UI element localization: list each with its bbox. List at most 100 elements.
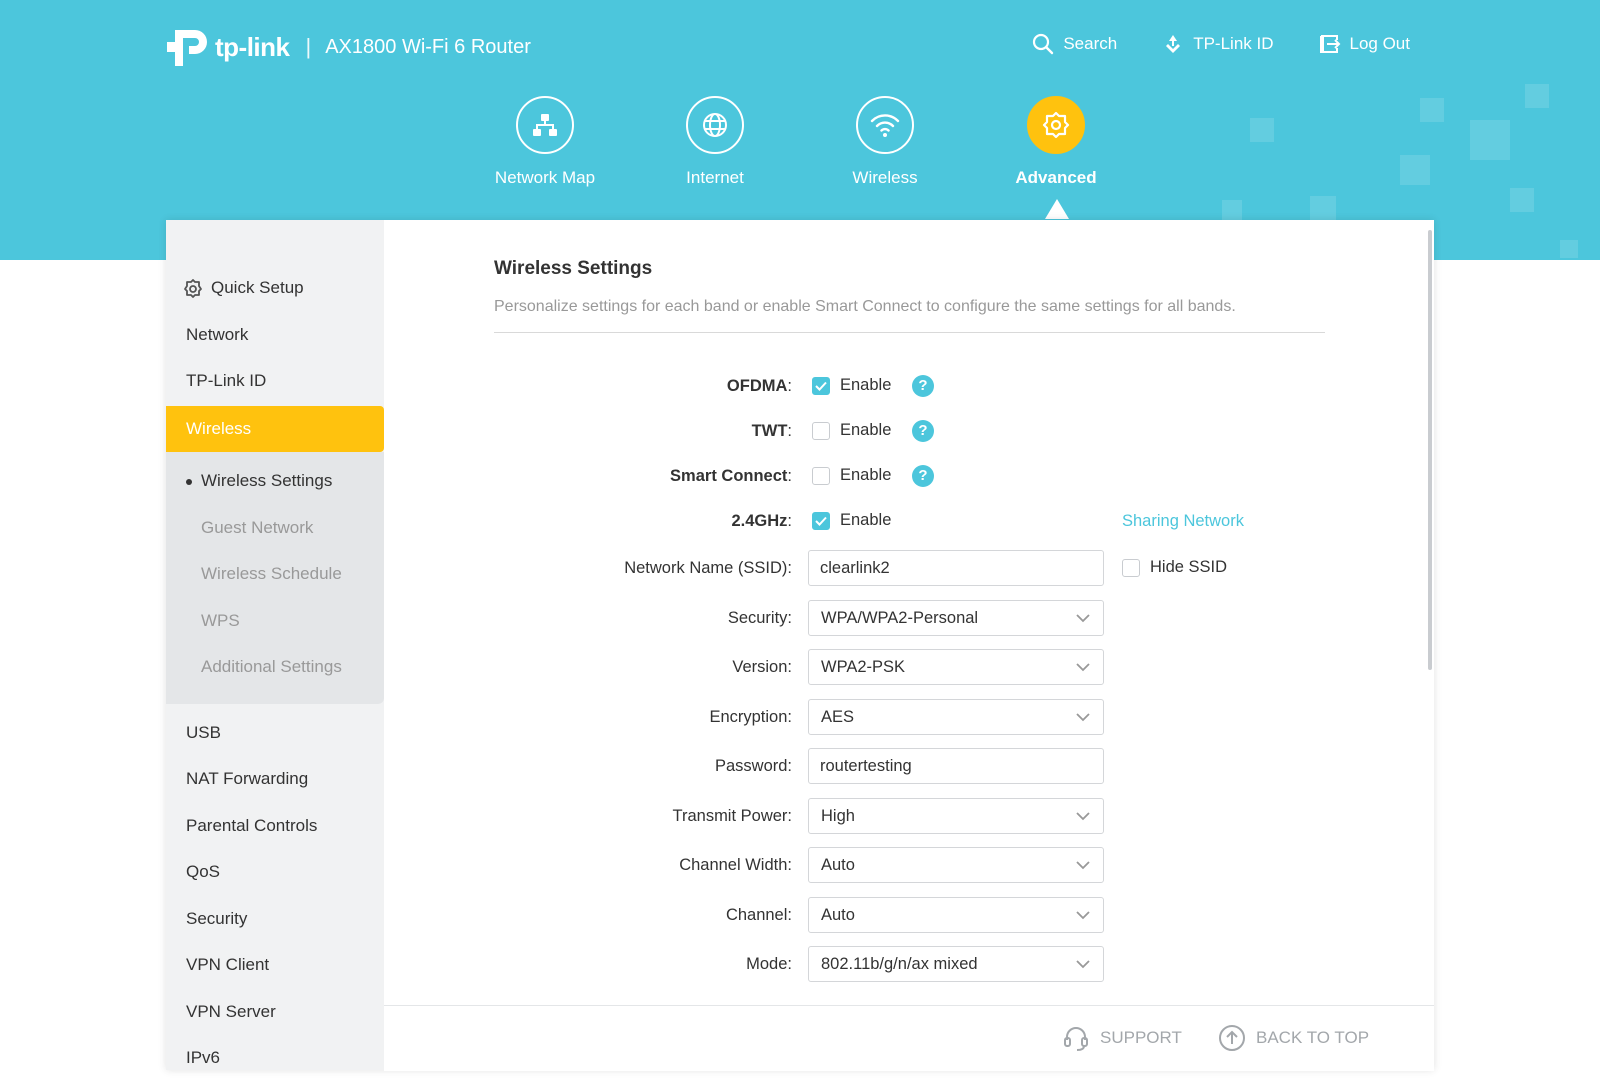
row-transmit-power: Transmit Power: High <box>384 798 1434 834</box>
sidebar-item-network[interactable]: Network <box>166 312 384 358</box>
nav-label: Advanced <box>1015 168 1097 187</box>
sharing-network-link[interactable]: Sharing Network <box>1122 503 1244 539</box>
sidebar-subitem-label: Wireless Schedule <box>201 564 342 583</box>
ssid-input[interactable] <box>820 551 1090 585</box>
version-value: WPA2-PSK <box>821 658 906 676</box>
ofdma-checkbox[interactable]: Enable <box>812 376 891 395</box>
scrollbar[interactable] <box>1428 230 1432 670</box>
nav-network-map[interactable]: Network Map <box>475 96 615 188</box>
password-field[interactable] <box>808 748 1104 784</box>
sidebar-item-nat-forwarding[interactable]: NAT Forwarding <box>166 756 384 802</box>
tplink-logo-icon <box>167 30 207 66</box>
row-security: Security: WPA/WPA2-Personal <box>384 600 1434 636</box>
sidebar-item-label: Security <box>186 909 248 928</box>
page-title: Wireless Settings <box>494 258 653 279</box>
smart-connect-checkbox[interactable]: Enable <box>812 466 891 485</box>
sidebar-subitem-label: Wireless Settings <box>201 471 333 490</box>
checkbox-box <box>812 376 830 395</box>
row-version: Version: WPA2-PSK <box>384 649 1434 685</box>
version-select[interactable]: WPA2-PSK <box>808 649 1104 685</box>
brand: tp-link | AX1800 Wi-Fi 6 Router <box>165 22 531 72</box>
channel-label: Channel: <box>725 906 792 924</box>
sidebar-subitem-guest-network[interactable]: Guest Network <box>166 505 384 551</box>
sidebar-item-ipv6[interactable]: IPv6 <box>166 1035 384 1081</box>
ssid-label: Network Name (SSID): <box>624 559 792 577</box>
smart-connect-label: Smart Connect: <box>670 467 792 485</box>
sidebar-item-usb[interactable]: USB <box>166 710 384 756</box>
band-24ghz-label: 2.4GHz: <box>731 512 792 530</box>
twt-checkbox[interactable]: Enable <box>812 421 891 440</box>
nav-advanced[interactable]: Advanced <box>986 96 1126 188</box>
sidebar-item-qos[interactable]: QoS <box>166 849 384 895</box>
security-select[interactable]: WPA/WPA2-Personal <box>808 600 1104 636</box>
sidebar-item-label: VPN Client <box>186 955 270 974</box>
enable-label: Enable <box>840 466 892 484</box>
row-ssid: Network Name (SSID): Hide SSID <box>384 550 1434 586</box>
content-area: Wireless Settings Personalize settings f… <box>384 220 1434 1070</box>
sidebar-item-label: TP-Link ID <box>186 371 267 390</box>
twt-label: TWT: <box>751 422 792 440</box>
password-label: Password: <box>714 757 792 775</box>
logout-label: Log Out <box>1349 34 1411 53</box>
tplink-id-link[interactable]: TP-Link ID <box>1161 32 1274 56</box>
sidebar-subitem-wps[interactable]: WPS <box>166 598 384 644</box>
back-to-top-label: BACK TO TOP <box>1256 1028 1370 1047</box>
sidebar-subitem-label: Guest Network <box>201 518 314 537</box>
chevron-down-icon <box>1076 911 1090 920</box>
ssid-field[interactable] <box>808 550 1104 586</box>
sidebar-item-label: USB <box>186 723 221 742</box>
channel-select[interactable]: Auto <box>808 897 1104 933</box>
enable-label: Enable <box>840 511 892 529</box>
support-label: SUPPORT <box>1100 1028 1182 1047</box>
sidebar-item-wireless[interactable]: Wireless <box>166 406 384 452</box>
mode-select[interactable]: 802.11b/g/n/ax mixed <box>808 946 1104 982</box>
sidebar-item-parental-controls[interactable]: Parental Controls <box>166 803 384 849</box>
password-input[interactable] <box>820 749 1090 783</box>
sidebar-subitem-label: WPS <box>201 611 240 630</box>
checkbox-box <box>812 511 830 530</box>
channel-width-select[interactable]: Auto <box>808 847 1104 883</box>
globe-icon <box>686 96 744 154</box>
row-mode: Mode: 802.11b/g/n/ax mixed <box>384 946 1434 982</box>
sidebar-item-vpn-client[interactable]: VPN Client <box>166 942 384 988</box>
help-icon[interactable]: ? <box>912 420 934 442</box>
sidebar-item-security[interactable]: Security <box>166 896 384 942</box>
router-model: AX1800 Wi-Fi 6 Router <box>325 35 531 58</box>
hide-ssid-label: Hide SSID <box>1150 558 1228 576</box>
enable-label: Enable <box>840 421 892 439</box>
hide-ssid-checkbox[interactable]: Hide SSID <box>1122 558 1227 577</box>
search-link[interactable]: Search <box>1031 32 1117 56</box>
nav-internet[interactable]: Internet <box>645 96 785 188</box>
sidebar-subitem-wireless-settings[interactable]: Wireless Settings <box>166 458 384 504</box>
sidebar-subitem-additional-settings[interactable]: Additional Settings <box>166 644 384 690</box>
logout-link[interactable]: Log Out <box>1318 32 1411 56</box>
sidebar-item-tplink-id[interactable]: TP-Link ID <box>166 358 384 404</box>
gear-icon <box>1027 96 1085 154</box>
sidebar-subitem-wireless-schedule[interactable]: Wireless Schedule <box>166 551 384 597</box>
sidebar-subitem-label: Additional Settings <box>201 657 342 676</box>
encryption-label: Encryption: <box>709 708 792 726</box>
help-icon[interactable]: ? <box>912 465 934 487</box>
transmit-power-label: Transmit Power: <box>672 807 793 825</box>
back-to-top-button[interactable]: BACK TO TOP <box>1218 1024 1369 1052</box>
gear-icon <box>184 279 202 298</box>
row-twt: TWT: Enable ? <box>384 413 1434 449</box>
wireless-subgroup: Wireless Settings Guest Network Wireless… <box>166 452 384 704</box>
sidebar-item-label: NAT Forwarding <box>186 769 309 788</box>
row-24ghz: 2.4GHz: Enable Sharing Network <box>384 503 1434 539</box>
checkbox-box <box>812 466 830 485</box>
nav-wireless[interactable]: Wireless <box>815 96 955 188</box>
sidebar-item-vpn-server[interactable]: VPN Server <box>166 989 384 1035</box>
sidebar-item-quick-setup[interactable]: Quick Setup <box>166 265 384 311</box>
security-value: WPA/WPA2-Personal <box>821 609 979 627</box>
active-nav-pointer <box>1045 199 1069 219</box>
transmit-power-select[interactable]: High <box>808 798 1104 834</box>
transmit-power-value: High <box>821 807 855 825</box>
encryption-select[interactable]: AES <box>808 699 1104 735</box>
check-icon <box>815 516 827 526</box>
help-icon[interactable]: ? <box>912 375 934 397</box>
nav-label: Internet <box>686 168 744 187</box>
channel-width-value: Auto <box>821 856 855 874</box>
support-button[interactable]: SUPPORT <box>1062 1024 1182 1052</box>
band-24ghz-checkbox[interactable]: Enable <box>812 511 891 530</box>
